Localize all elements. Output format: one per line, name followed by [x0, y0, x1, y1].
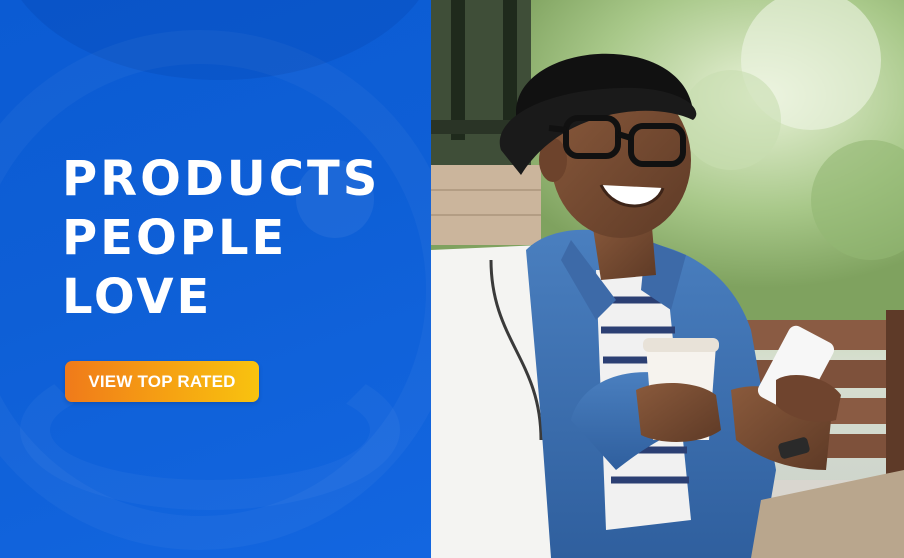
promo-banner: PRODUCTS PEOPLE LOVE VIEW TOP RATED — [0, 0, 904, 558]
brick-wall — [431, 165, 541, 245]
photo-illustration — [431, 0, 904, 558]
headline-line-3: LOVE — [62, 269, 213, 325]
headline: PRODUCTS PEOPLE LOVE — [62, 150, 380, 327]
headline-line-2: PEOPLE — [62, 210, 288, 266]
view-top-rated-button[interactable]: VIEW TOP RATED — [65, 361, 259, 402]
hero-photo — [431, 0, 904, 558]
headline-line-1: PRODUCTS — [62, 151, 381, 207]
promo-panel: PRODUCTS PEOPLE LOVE VIEW TOP RATED — [0, 0, 431, 558]
